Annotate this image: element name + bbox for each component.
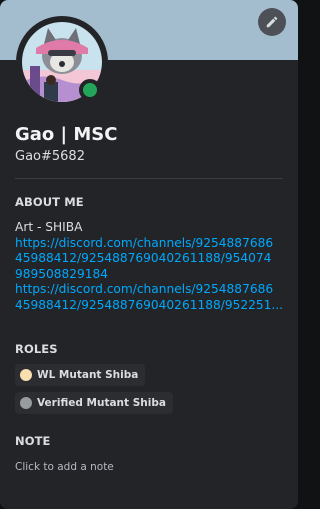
edit-profile-button[interactable] bbox=[258, 8, 286, 36]
roles-list: WL Mutant Shiba Verified Mutant Shiba bbox=[15, 364, 285, 420]
about-me-text: Art - SHIBA https://discord.com/channels… bbox=[15, 220, 285, 313]
about-link-1-line-3[interactable]: 989508829184 bbox=[15, 267, 285, 283]
profile-card: Gao | MSC Gao#5682 ABOUT ME Art - SHIBA … bbox=[0, 0, 298, 509]
about-link-1-line-2[interactable]: 45988412/925488769040261188/954074 bbox=[15, 251, 285, 267]
role-chip[interactable]: Verified Mutant Shiba bbox=[15, 392, 173, 414]
about-link-2-line-2[interactable]: 45988412/925488769040261188/952251... bbox=[15, 298, 285, 314]
about-text-line: Art - SHIBA bbox=[15, 220, 83, 234]
pencil-icon bbox=[266, 16, 278, 28]
about-link-2-line-1[interactable]: https://discord.com/channels/9254887686 bbox=[15, 282, 285, 298]
note-heading: NOTE bbox=[15, 434, 51, 448]
online-status-indicator bbox=[79, 79, 101, 101]
display-name: Gao | MSC bbox=[15, 124, 118, 145]
divider bbox=[15, 178, 283, 179]
about-link-1-line-1[interactable]: https://discord.com/channels/9254887686 bbox=[15, 236, 285, 252]
role-color-dot bbox=[20, 369, 32, 381]
username: Gao#5682 bbox=[15, 149, 85, 164]
about-me-heading: ABOUT ME bbox=[15, 195, 84, 209]
role-label: WL Mutant Shiba bbox=[37, 369, 139, 381]
role-chip[interactable]: WL Mutant Shiba bbox=[15, 364, 146, 386]
role-label: Verified Mutant Shiba bbox=[37, 397, 166, 409]
role-color-dot bbox=[20, 397, 32, 409]
note-input[interactable]: Click to add a note bbox=[15, 461, 114, 473]
roles-heading: ROLES bbox=[15, 342, 58, 356]
